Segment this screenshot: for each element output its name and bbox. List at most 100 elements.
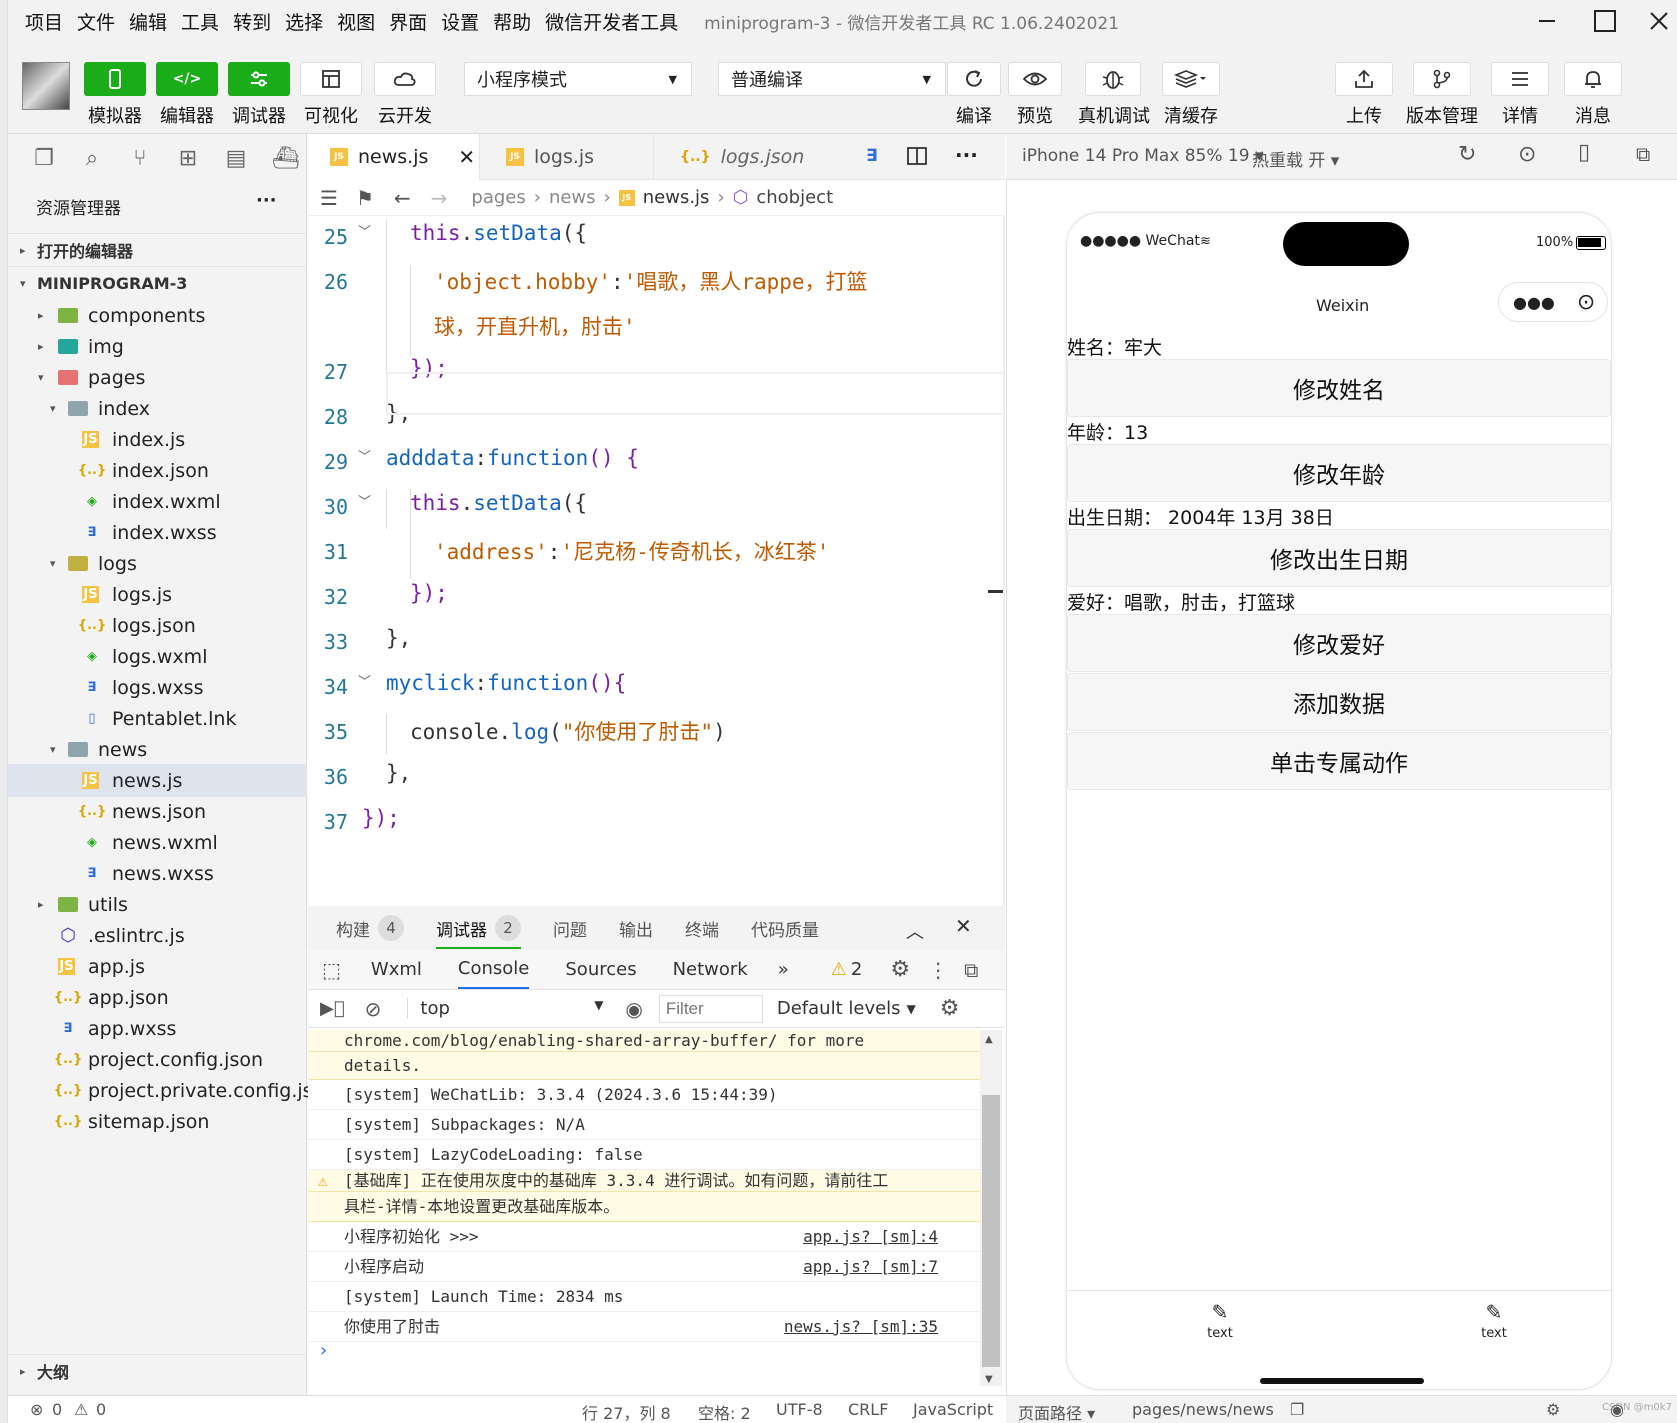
more-tabs-icon[interactable]: » (778, 959, 789, 980)
forward-arrow-icon[interactable]: → (431, 186, 448, 210)
close-window-button[interactable] (1632, 0, 1677, 42)
context-select[interactable]: top ▼ (407, 998, 603, 1019)
tab-console[interactable]: Console (457, 950, 530, 989)
outline-section[interactable]: ▸ 大纲 (8, 1354, 307, 1387)
error-count[interactable]: 0 (52, 1400, 62, 1419)
undock-icon[interactable]: ⧉ (964, 958, 978, 982)
tree-file[interactable]: ∃ news.wxss (8, 857, 307, 890)
crumb-file[interactable]: news.js (643, 187, 710, 208)
back-arrow-icon[interactable]: ← (394, 186, 411, 210)
stop-icon[interactable]: ⊙ (1518, 142, 1536, 167)
visual-toggle[interactable] (300, 62, 362, 96)
tabbar-item-2[interactable]: ✎ text (1464, 1300, 1524, 1341)
details-button[interactable] (1491, 62, 1549, 96)
tree-folder[interactable]: ▸ img (8, 330, 307, 363)
editor-toggle[interactable]: </> (156, 62, 218, 96)
tree-file[interactable]: ◈ news.wxml (8, 826, 307, 859)
gear-icon[interactable]: ⚙ (890, 957, 910, 982)
exclusive-action-button[interactable]: 单击专属动作 (1067, 732, 1611, 790)
tab-sources[interactable]: Sources (565, 959, 636, 980)
sidebar-toggle-icon[interactable]: ▶⃞ (320, 998, 345, 1019)
panel-tab[interactable]: 输出 (619, 916, 653, 941)
page-path-select[interactable]: 页面路径 ▾ (1018, 1400, 1095, 1423)
change-age-button[interactable]: 修改年龄 (1067, 444, 1611, 502)
tabbar-item-1[interactable]: ✎ text (1190, 1300, 1250, 1341)
maximize-button[interactable] (1578, 0, 1632, 42)
fold-chevron-icon[interactable]: ﹀ (358, 671, 371, 690)
panel-tab[interactable]: 调试器 2 (436, 915, 521, 949)
console-scrollbar-thumb[interactable] (982, 1095, 1000, 1367)
tree-file[interactable]: ◈ logs.wxml (8, 640, 307, 673)
split-editor-icon[interactable] (906, 146, 928, 166)
more-actions-icon[interactable]: ··· (955, 143, 978, 167)
tab-news-js[interactable]: JS news.js ✕ (308, 134, 480, 180)
source-control-icon[interactable]: ⑂ (128, 147, 152, 171)
avatar[interactable] (22, 62, 70, 110)
eye-icon[interactable]: ◉ (1610, 1400, 1624, 1419)
tree-file[interactable]: ∃ index.wxss (8, 516, 307, 549)
change-birth-button[interactable]: 修改出生日期 (1067, 529, 1611, 587)
tree-file[interactable]: {..} sitemap.json (8, 1105, 307, 1138)
scroll-down-icon[interactable]: ▼ (985, 1374, 993, 1385)
compile-select[interactable]: 普通编译 ▼ (718, 62, 946, 96)
simulator-toggle[interactable] (84, 62, 146, 96)
device-select[interactable]: iPhone 14 Pro Max 85% 19 ▾ (1022, 146, 1264, 166)
warning-count[interactable]: 0 (96, 1400, 106, 1419)
levels-select[interactable]: Default levels (777, 998, 901, 1019)
undock-icon[interactable]: ⧉ (1636, 142, 1650, 166)
menu-item[interactable]: 视图 (337, 8, 375, 35)
close-circle-icon[interactable]: ⊙ (1577, 290, 1595, 315)
menu-item[interactable]: 项目 (25, 8, 63, 35)
close-panel-icon[interactable]: ✕ (955, 914, 972, 938)
docker-icon[interactable]: ⛴ (272, 147, 300, 171)
menu-item[interactable]: 选择 (285, 8, 323, 35)
tree-folder[interactable]: ▸ utils (8, 888, 307, 921)
tree-file[interactable]: {..} app.json (8, 981, 307, 1014)
extensions-icon[interactable]: ⊞ (176, 147, 200, 171)
project-section[interactable]: ▾ MINIPROGRAM-3 (8, 266, 307, 299)
upload-button[interactable] (1335, 62, 1393, 96)
warning-count[interactable]: 2 (851, 959, 862, 980)
tab-wxml[interactable]: Wxml (371, 959, 422, 980)
version-button[interactable] (1413, 62, 1471, 96)
tree-file[interactable]: ⬡ .eslintrc.js (8, 919, 307, 952)
css-icon[interactable]: ∃ (866, 146, 878, 166)
compile-button[interactable] (947, 62, 1001, 96)
console-scrollbar[interactable] (980, 1030, 1002, 1386)
fold-chevron-icon[interactable]: ﹀ (358, 446, 371, 465)
encoding[interactable]: UTF-8 (776, 1400, 823, 1419)
cloud-toggle[interactable] (374, 62, 436, 96)
hot-reload-select[interactable]: 热重载 开 ▾ (1252, 146, 1339, 171)
change-name-button[interactable]: 修改姓名 (1067, 359, 1611, 417)
change-hobby-button[interactable]: 修改爱好 (1067, 614, 1611, 672)
menu-item[interactable]: 编辑 (129, 8, 167, 35)
menu-item[interactable]: 界面 (389, 8, 427, 35)
rotate-icon[interactable]: ↻ (1458, 142, 1476, 167)
source-link[interactable]: app.js? [sm]:4 (803, 1222, 938, 1252)
inspect-icon[interactable]: ⬚ (322, 958, 341, 982)
line-ending[interactable]: CRLF (848, 1400, 888, 1419)
tree-file[interactable]: JS index.js (8, 423, 307, 456)
tree-file[interactable]: {..} news.json (8, 795, 307, 828)
crumb-symbol[interactable]: chobject (756, 187, 833, 208)
mode-select[interactable]: 小程序模式 ▼ (464, 62, 692, 96)
panel-tab[interactable]: 代码质量 (751, 916, 819, 941)
indent-setting[interactable]: 空格: 2 (698, 1400, 751, 1423)
tree-file[interactable]: {..} index.json (8, 454, 307, 487)
menu-item[interactable]: 文件 (77, 8, 115, 35)
gear-icon[interactable]: ⚙ (940, 996, 960, 1021)
eye-icon[interactable]: ◉ (625, 997, 642, 1021)
tree-folder[interactable]: ▾ logs (8, 547, 307, 580)
tree-file[interactable]: ▯ Pentablet.lnk (8, 702, 307, 735)
console-prompt[interactable]: › (320, 1340, 327, 1361)
menu-item[interactable]: 转到 (233, 8, 271, 35)
clear-cache-button[interactable] (1162, 62, 1220, 96)
files-icon[interactable]: ❐ (32, 147, 56, 171)
tree-folder[interactable]: ▸ components (8, 299, 307, 332)
source-link[interactable]: app.js? [sm]:7 (803, 1252, 938, 1282)
preview-button[interactable] (1008, 62, 1062, 96)
menu-item[interactable]: 工具 (181, 8, 219, 35)
crumb-pages[interactable]: pages (471, 187, 525, 208)
page-path[interactable]: pages/news/news (1132, 1400, 1274, 1419)
menu-item[interactable]: 微信开发者工具 (545, 8, 678, 35)
